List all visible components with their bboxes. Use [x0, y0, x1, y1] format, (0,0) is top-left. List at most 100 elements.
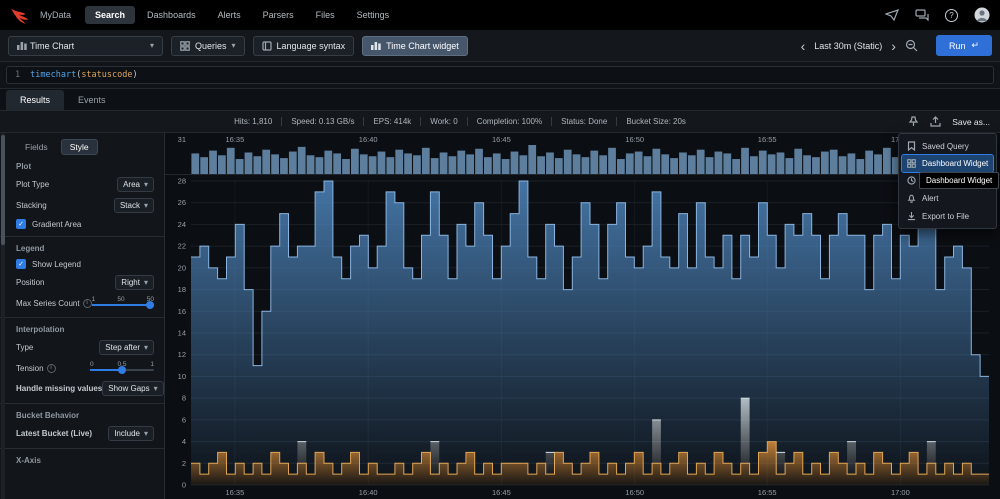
- menu-item-dashboard-widget[interactable]: Dashboard Widget: [902, 155, 993, 172]
- stat-hits: Hits: 1,810: [225, 117, 282, 126]
- info-icon[interactable]: i: [47, 364, 56, 373]
- result-tabs: Results Events: [0, 89, 1000, 111]
- slider-handle[interactable]: [146, 301, 154, 309]
- falcon-logo-icon: [10, 6, 32, 24]
- tab-events[interactable]: Events: [64, 90, 120, 110]
- chat-icon[interactable]: [915, 9, 929, 21]
- query-stats: Hits: 1,810 Speed: 0.13 GB/s EPS: 414k W…: [150, 117, 770, 126]
- stat-speed: Speed: 0.13 GB/s: [282, 117, 364, 126]
- menu-item-saved-query[interactable]: Saved Query: [902, 137, 993, 155]
- stat-eps: EPS: 414k: [364, 117, 421, 126]
- time-forward-icon[interactable]: ›: [891, 41, 896, 51]
- avatar[interactable]: [974, 7, 990, 23]
- section-legend-header: Legend: [16, 244, 154, 253]
- divider: [0, 448, 164, 449]
- time-back-icon[interactable]: ‹: [801, 41, 806, 51]
- plot-type-select[interactable]: Area▾: [117, 177, 154, 192]
- svg-text:4: 4: [182, 437, 186, 446]
- time-chart-widget-toggle[interactable]: Time Chart widget: [362, 36, 468, 56]
- divider: [0, 403, 164, 404]
- topnav-right-icons: ?: [885, 7, 990, 23]
- send-icon[interactable]: [885, 9, 899, 21]
- show-legend-label: Show Legend: [32, 260, 81, 269]
- svg-text:18: 18: [178, 285, 186, 294]
- tab-fields[interactable]: Fields: [16, 139, 57, 155]
- nav-item-alerts[interactable]: Alerts: [208, 6, 251, 24]
- help-icon[interactable]: ?: [945, 9, 958, 22]
- chevron-down-icon: ▾: [144, 429, 148, 438]
- stat-work: Work: 0: [421, 117, 467, 126]
- stat-bucket-size: Bucket Size: 20s: [617, 117, 695, 126]
- chevron-down-icon: ▾: [144, 180, 148, 189]
- max-series-row: Max Series Counti 15050: [16, 296, 154, 310]
- save-as-button[interactable]: Save as...: [952, 117, 990, 127]
- svg-text:10: 10: [178, 372, 186, 381]
- repository-name[interactable]: MyData: [40, 10, 71, 20]
- chevron-down-icon: ▾: [144, 278, 148, 287]
- tab-results[interactable]: Results: [6, 90, 64, 110]
- sidebar-scrollbar-thumb[interactable]: [1, 135, 5, 245]
- show-legend-row[interactable]: ✓ Show Legend: [16, 259, 154, 269]
- book-icon: [262, 41, 272, 51]
- chevron-down-icon: ▾: [144, 201, 148, 210]
- zoom-out-icon[interactable]: [905, 39, 918, 52]
- nav-item-parsers[interactable]: Parsers: [253, 6, 304, 24]
- stacking-label: Stacking: [16, 201, 47, 210]
- max-series-slider[interactable]: 15050: [92, 296, 154, 310]
- stats-actions: Save as...: [908, 116, 1000, 127]
- stacking-select[interactable]: Stack▾: [114, 198, 154, 213]
- chart-icon: [371, 41, 381, 50]
- clock-icon: [907, 176, 916, 185]
- interpolation-type-label: Type: [16, 343, 33, 352]
- export-icon[interactable]: [930, 116, 941, 127]
- svg-text:16:35: 16:35: [226, 488, 245, 497]
- slider-handle[interactable]: [118, 366, 126, 374]
- info-icon[interactable]: i: [83, 299, 92, 308]
- queries-button[interactable]: Queries ▾: [171, 36, 245, 56]
- section-interpolation-header: Interpolation: [16, 325, 154, 334]
- nav-item-dashboards[interactable]: Dashboards: [137, 6, 206, 24]
- svg-text:8: 8: [182, 394, 186, 403]
- svg-text:16:40: 16:40: [359, 135, 378, 144]
- sidebar-tabs: Fields Style: [16, 139, 154, 155]
- bell-icon: [907, 193, 916, 203]
- menu-item-export-to-file[interactable]: Export to File: [902, 207, 993, 225]
- svg-text:16:55: 16:55: [758, 488, 777, 497]
- latest-bucket-select[interactable]: Include▾: [108, 426, 154, 441]
- timechart-plot[interactable]: 16:3516:4016:4516:5016:5517:000246810121…: [165, 175, 1000, 499]
- stats-bar: Hits: 1,810 Speed: 0.13 GB/s EPS: 414k W…: [0, 111, 1000, 133]
- svg-text:0: 0: [182, 481, 186, 490]
- tension-row: Tensioni 00.51: [16, 361, 154, 375]
- run-button[interactable]: Run ↵: [936, 35, 992, 56]
- svg-text:2: 2: [182, 459, 186, 468]
- nav-item-settings[interactable]: Settings: [347, 6, 400, 24]
- position-select[interactable]: Right▾: [115, 275, 154, 290]
- menu-item-scheduled[interactable]: Sch Dashboard Widget: [902, 172, 993, 189]
- legend-position-row: Position Right▾: [16, 275, 154, 290]
- tension-slider[interactable]: 00.51: [90, 361, 154, 375]
- pin-icon[interactable]: [908, 116, 919, 127]
- gradient-area-label: Gradient Area: [32, 220, 81, 229]
- chevron-down-icon: ▾: [150, 41, 154, 50]
- stacking-row: Stacking Stack▾: [16, 198, 154, 213]
- missing-values-select[interactable]: Show Gaps▾: [102, 381, 163, 396]
- language-syntax-button[interactable]: Language syntax: [253, 36, 355, 56]
- time-range-label[interactable]: Last 30m (Static): [814, 41, 882, 51]
- mini-histogram: 3116:3516:4016:4516:5016:5517:00: [165, 133, 999, 175]
- divider: [0, 236, 164, 237]
- nav-item-files[interactable]: Files: [306, 6, 345, 24]
- menu-item-alert[interactable]: Alert: [902, 189, 993, 207]
- svg-text:16:40: 16:40: [359, 488, 378, 497]
- svg-text:31: 31: [178, 135, 186, 144]
- gradient-area-row[interactable]: ✓ Gradient Area: [16, 219, 154, 229]
- event-distribution-chart[interactable]: 3116:3516:4016:4516:5016:5517:00: [165, 133, 1000, 175]
- checkbox-checked-icon[interactable]: ✓: [16, 259, 26, 269]
- top-navigation: MyData Search Dashboards Alerts Parsers …: [0, 0, 1000, 30]
- nav-item-search[interactable]: Search: [85, 6, 135, 24]
- checkbox-checked-icon[interactable]: ✓: [16, 219, 26, 229]
- visualization-select[interactable]: Time Chart ▾: [8, 36, 163, 56]
- interpolation-type-select[interactable]: Step after▾: [99, 340, 154, 355]
- grid-icon: [180, 41, 190, 51]
- query-input[interactable]: 1 timechart(statuscode): [6, 66, 994, 84]
- tab-style[interactable]: Style: [61, 139, 98, 155]
